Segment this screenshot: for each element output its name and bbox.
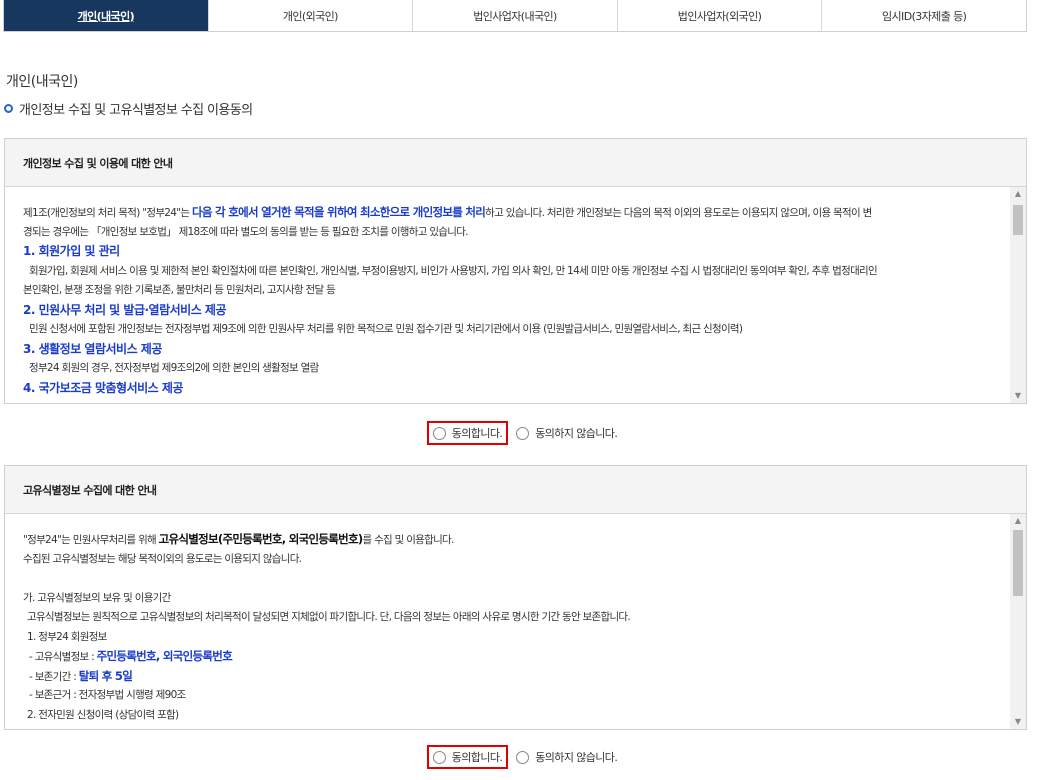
unique-id-scrollbar[interactable]: ▲ ▼ <box>1010 514 1026 729</box>
uid-line-6: - 고유식별정보 : <box>29 651 97 663</box>
scroll-thumb[interactable] <box>1013 205 1023 235</box>
unique-id-notice-content[interactable]: "정부24"는 민원사무처리를 위해 고유식별정보(주민등록번호, 외국인등록번… <box>5 514 1026 729</box>
tab-temporary-id[interactable]: 임시ID(3자제출 등) <box>821 0 1026 31</box>
tab-individual-domestic[interactable]: 개인(내국인) <box>4 0 208 31</box>
privacy-notice-content[interactable]: 제1조(개인정보의 처리 목적) "정부24"는 다음 각 호에서 열거한 목적… <box>5 187 1026 403</box>
privacy-agree-group: 동의합니다. 동의하지 않습니다. <box>0 421 1048 445</box>
agree-label: 동의합니다. <box>451 427 503 440</box>
item-1-title: 1. 회원가입 및 관리 <box>23 244 120 258</box>
privacy-agree-option[interactable]: 동의합니다. <box>426 421 509 445</box>
intro-line-2: 경되는 경우에는 「개인정보 보호법」 제18조에 따라 별도의 동의를 받는 … <box>23 225 469 238</box>
privacy-scrollbar[interactable]: ▲ ▼ <box>1010 187 1026 403</box>
privacy-notice-box: 개인정보 수집 및 이용에 대한 안내 제1조(개인정보의 처리 목적) "정부… <box>4 138 1027 404</box>
unique-id-notice-title: 고유식별정보 수집에 대한 안내 <box>5 466 1026 514</box>
scroll-thumb[interactable] <box>1013 530 1023 596</box>
tab-corporate-foreign[interactable]: 법인사업자(외국인) <box>616 0 822 31</box>
scroll-up-icon[interactable]: ▲ <box>1010 187 1026 201</box>
intro-highlight: 다음 각 호에서 열거한 목적을 위하여 최소한으로 개인정보를 처리 <box>191 205 486 219</box>
item-2-title: 2. 민원사무 처리 및 발급·열람서비스 제공 <box>23 302 227 317</box>
disagree-radio[interactable] <box>516 750 530 764</box>
bullet-icon <box>4 104 13 113</box>
uid-line-1-rest: 를 수집 및 이용합니다. <box>362 534 454 546</box>
intro-text: 제1조(개인정보의 처리 목적) "정부24"는 <box>23 207 192 219</box>
privacy-notice-title: 개인정보 수집 및 이용에 대한 안내 <box>5 139 1026 187</box>
uid-line-5: 1. 정부24 회원정보 <box>27 630 107 643</box>
uid-line-7: - 보존기간 : <box>29 670 79 683</box>
scroll-down-icon[interactable]: ▼ <box>1010 389 1026 403</box>
subtitle-text: 개인정보 수집 및 고유식별정보 수집 이용동의 <box>19 103 253 118</box>
member-type-tabs: 개인(내국인) 개인(외국인) 법인사업자(내국인) 법인사업자(외국인) 임시… <box>3 0 1027 32</box>
unique-id-agree-option[interactable]: 동의합니다. <box>426 745 509 769</box>
uid-line-7-highlight: 탈퇴 후 5일 <box>78 668 133 683</box>
disagree-label: 동의하지 않습니다. <box>535 751 618 764</box>
uid-line-9: 2. 전자민원 신청이력 (상담이력 포함) <box>27 708 179 721</box>
unique-id-disagree-option[interactable]: 동의하지 않습니다. <box>512 747 621 767</box>
disagree-label: 동의하지 않습니다. <box>535 427 618 440</box>
item-3-title: 3. 생활정보 열람서비스 제공 <box>23 341 162 356</box>
unique-id-notice-box: 고유식별정보 수집에 대한 안내 "정부24"는 민원사무처리를 위해 고유식별… <box>4 465 1027 730</box>
privacy-disagree-option[interactable]: 동의하지 않습니다. <box>512 423 621 443</box>
item-3-line-1: 정부24 회원의 경우, 전자정부법 제9조의2에 의한 본인의 생활정보 열람 <box>29 362 319 374</box>
tab-corporate-domestic[interactable]: 법인사업자(내국인) <box>412 0 617 31</box>
agree-radio[interactable] <box>432 750 446 764</box>
scroll-up-icon[interactable]: ▲ <box>1010 514 1026 528</box>
tab-individual-foreign[interactable]: 개인(외국인) <box>207 0 413 31</box>
scroll-down-icon[interactable]: ▼ <box>1010 715 1026 729</box>
item-4-title: 4. 국가보조금 맞춤형서비스 제공 <box>23 380 183 395</box>
uid-line-3: 가. 고유식별정보의 보유 및 이용기간 <box>23 591 171 604</box>
uid-line-1-highlight: 고유식별정보(주민등록번호, 외국인등록번호) <box>158 532 364 546</box>
uid-line-6-highlight: 주민등록번호, 외국인등록번호 <box>96 649 233 663</box>
item-1-line-2: 본인확인, 분쟁 조정을 위한 기록보존, 불만처리 등 민원처리, 고지사항 … <box>23 284 336 296</box>
item-2-line-1: 민원 신청서에 포함된 개인정보는 전자정부법 제9조에 의한 민원사무 처리를… <box>29 323 743 335</box>
section-subtitle: 개인정보 수집 및 고유식별정보 수집 이용동의 <box>4 99 253 118</box>
agree-label: 동의합니다. <box>451 751 503 764</box>
agree-radio[interactable] <box>432 426 446 440</box>
uid-line-4: 고유식별정보는 원칙적으로 고유식별정보의 처리목적이 달성되면 지체없이 파기… <box>27 611 631 623</box>
intro-text-rest: 하고 있습니다. 처리한 개인정보는 다음의 목적 이외의 용도로는 이용되지 … <box>485 207 872 219</box>
item-1-line-1: 회원가입, 회원제 서비스 이용 및 제한적 본인 확인절차에 따른 본인확인,… <box>29 264 878 277</box>
unique-id-agree-group: 동의합니다. 동의하지 않습니다. <box>0 745 1048 769</box>
uid-line-1: "정부24"는 민원사무처리를 위해 <box>23 534 159 546</box>
uid-line-2: 수집된 고유식별정보는 해당 목적이외의 용도로는 이용되지 않습니다. <box>23 552 302 565</box>
uid-line-8: - 보존근거 : 전자정부법 시행령 제90조 <box>29 689 186 701</box>
disagree-radio[interactable] <box>516 426 530 440</box>
page-title: 개인(내국인) <box>6 74 78 90</box>
